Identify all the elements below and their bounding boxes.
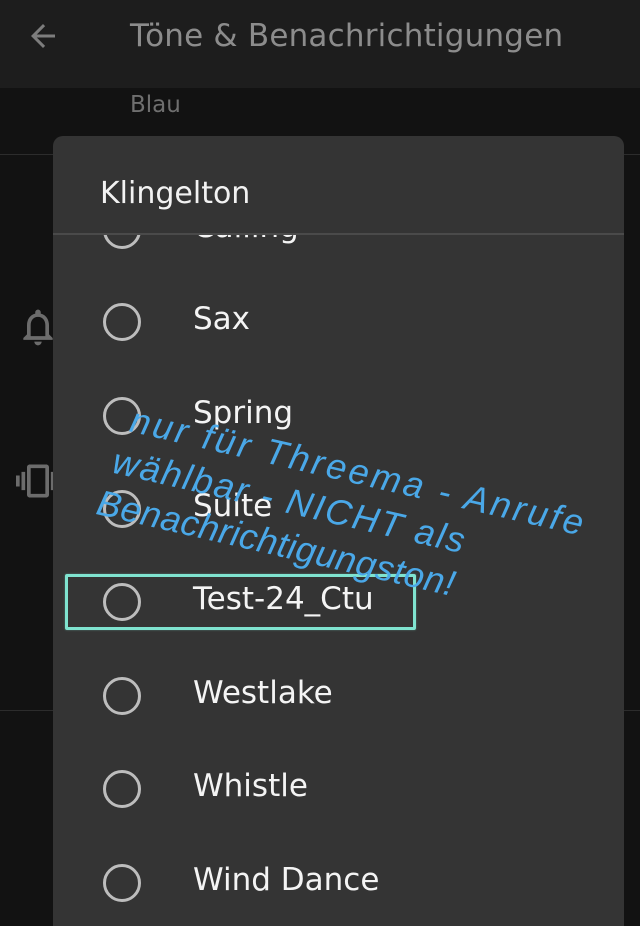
ringtone-dialog: Klingelton Calling Sax Spring Suite Test… — [53, 136, 624, 926]
ringtone-option[interactable]: Wind Dance — [53, 836, 624, 926]
radio-button[interactable] — [103, 235, 141, 249]
highlight-box — [65, 574, 416, 630]
setting-summary: Blau — [130, 92, 181, 118]
radio-button[interactable] — [103, 397, 141, 435]
back-button[interactable] — [16, 12, 70, 60]
arrow-left-icon — [31, 24, 55, 48]
radio-button[interactable] — [103, 864, 141, 902]
radio-button[interactable] — [103, 770, 141, 808]
page-title: Töne & Benachrichtigungen — [130, 18, 564, 54]
radio-button[interactable] — [103, 490, 141, 528]
ringtone-label: Wind Dance — [193, 862, 380, 898]
ringtone-label: Westlake — [193, 675, 333, 711]
ringtone-option[interactable]: Spring — [53, 369, 624, 462]
ringtone-option[interactable]: Whistle — [53, 742, 624, 835]
radio-button[interactable] — [103, 303, 141, 341]
radio-button[interactable] — [103, 677, 141, 715]
ringtone-label: Spring — [193, 395, 294, 431]
dialog-title: Klingelton — [100, 176, 251, 211]
ringtone-label: Suite — [193, 488, 273, 524]
ringtone-option[interactable]: Suite — [53, 462, 624, 555]
ringtone-label: Whistle — [193, 768, 308, 804]
ringtone-option[interactable]: Calling — [53, 235, 624, 276]
ringtone-label: Calling — [193, 235, 299, 245]
app-bar: Töne & Benachrichtigungen — [0, 0, 640, 88]
ringtone-option[interactable]: Westlake — [53, 649, 624, 742]
ringtone-option[interactable]: Sax — [53, 275, 624, 368]
ringtone-label: Sax — [193, 301, 251, 337]
